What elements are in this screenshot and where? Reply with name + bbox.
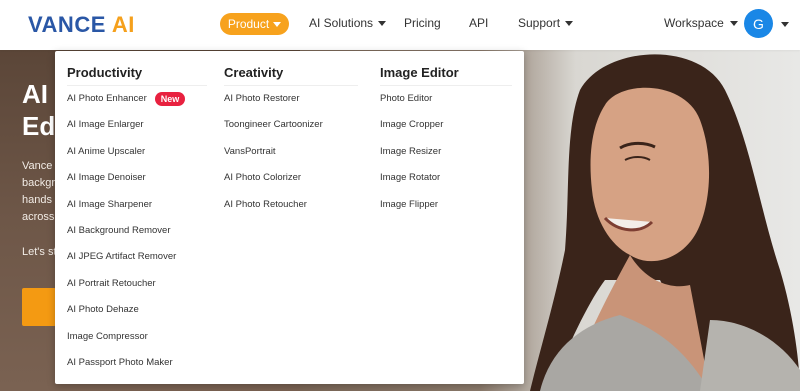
column-heading: Productivity bbox=[67, 65, 143, 80]
menu-item-label: AI Photo Enhancer bbox=[67, 93, 147, 104]
menu-item[interactable]: AI Photo Dehaze bbox=[67, 303, 207, 329]
nav-product-button[interactable]: Product bbox=[220, 13, 289, 35]
menu-item[interactable]: VansPortrait bbox=[224, 145, 358, 171]
menu-item-label: Photo Editor bbox=[380, 93, 433, 104]
divider bbox=[67, 85, 207, 86]
menu-item[interactable]: AI Image Denoiser bbox=[67, 171, 207, 197]
menu-item-label: AI Photo Retoucher bbox=[224, 198, 307, 210]
menu-item-label: Image Flipper bbox=[380, 198, 439, 210]
user-avatar[interactable]: G bbox=[744, 9, 773, 38]
divider bbox=[224, 85, 358, 86]
menu-item[interactable]: Image Compressor bbox=[67, 330, 207, 356]
menu-item-label: AI Image Sharpener bbox=[67, 198, 153, 210]
menu-item[interactable]: AI Background Remover bbox=[67, 224, 207, 250]
menu-item[interactable]: Image Resizer bbox=[380, 145, 512, 171]
nav-pricing-label: Pricing bbox=[404, 16, 441, 30]
menu-item[interactable]: AI Photo Restorer bbox=[224, 92, 358, 118]
menu-item-label: Image Resizer bbox=[380, 145, 442, 157]
menu-item[interactable]: AI Passport Photo Maker bbox=[67, 356, 207, 382]
menu-item-label: Image Cropper bbox=[380, 119, 444, 131]
menu-item-label: Image Compressor bbox=[67, 330, 148, 342]
chevron-down-icon bbox=[729, 20, 738, 26]
menu-item[interactable]: AI JPEG Artifact Remover bbox=[67, 250, 207, 276]
new-badge: New bbox=[154, 92, 186, 106]
column-heading: Creativity bbox=[224, 65, 284, 80]
chevron-down-icon bbox=[378, 20, 387, 26]
menu-item[interactable]: AI Anime Upscaler bbox=[67, 145, 207, 171]
nav-ai-solutions-label: AI Solutions bbox=[309, 16, 374, 30]
logo-part-ai: AI bbox=[111, 12, 135, 37]
menu-item-label: Toongineer Cartoonizer bbox=[224, 119, 323, 131]
column-creativity: Creativity AI Photo Restorer Toongineer … bbox=[224, 65, 358, 224]
menu-item[interactable]: Photo Editor bbox=[380, 92, 512, 118]
chevron-down-icon bbox=[273, 21, 282, 27]
column-image-editor: Image Editor Photo Editor Image Cropper … bbox=[380, 65, 512, 224]
menu-item[interactable]: AI Portrait Retoucher bbox=[67, 277, 207, 303]
woman-portrait-image bbox=[530, 54, 800, 391]
divider bbox=[380, 85, 512, 86]
menu-item[interactable]: AI Photo Retoucher bbox=[224, 198, 358, 224]
hero-title-line2: Ed bbox=[22, 111, 56, 141]
nav-api-label: API bbox=[469, 16, 489, 30]
menu-item[interactable]: Image Cropper bbox=[380, 118, 512, 144]
menu-item-label: AI Photo Colorizer bbox=[224, 172, 302, 184]
vanceai-logo[interactable]: VANCE AI bbox=[28, 12, 135, 38]
menu-item[interactable]: AI Photo Colorizer bbox=[224, 171, 358, 197]
hero-title: AI Ed bbox=[22, 78, 55, 142]
column-heading: Image Editor bbox=[380, 65, 459, 80]
hero-cta-text: Let's st bbox=[22, 246, 57, 258]
menu-item-label: AI Photo Restorer bbox=[224, 93, 300, 104]
menu-item[interactable]: Toongineer Cartoonizer bbox=[224, 118, 358, 144]
menu-item-label: Image Rotator bbox=[380, 172, 441, 184]
menu-item-label: VansPortrait bbox=[224, 145, 276, 157]
column-productivity: Productivity AI Photo Enhancer New AI Im… bbox=[67, 65, 207, 382]
menu-item-label: AI Passport Photo Maker bbox=[67, 356, 173, 368]
nav-ai-solutions[interactable]: AI Solutions bbox=[309, 16, 387, 30]
hero-title-line1: AI bbox=[22, 79, 48, 109]
menu-item-label: AI Anime Upscaler bbox=[67, 145, 146, 157]
top-header: VANCE AI Product AI Solutions Pricing API… bbox=[0, 0, 800, 50]
nav-support[interactable]: Support bbox=[518, 16, 574, 30]
menu-item-label: AI JPEG Artifact Remover bbox=[67, 251, 177, 263]
nav-support-label: Support bbox=[518, 16, 561, 30]
menu-item[interactable]: AI Image Sharpener bbox=[67, 198, 207, 224]
menu-item[interactable]: AI Photo Enhancer New bbox=[67, 92, 207, 118]
chevron-down-icon[interactable] bbox=[781, 22, 789, 27]
logo-part-vance: VANCE bbox=[28, 12, 106, 37]
workspace-label: Workspace bbox=[664, 16, 724, 30]
product-dropdown-menu: Productivity AI Photo Enhancer New AI Im… bbox=[55, 51, 524, 384]
menu-item-label: AI Portrait Retoucher bbox=[67, 277, 156, 289]
menu-item[interactable]: Image Flipper bbox=[380, 198, 512, 224]
menu-item-label: AI Image Denoiser bbox=[67, 172, 146, 184]
workspace-menu[interactable]: Workspace bbox=[664, 16, 738, 30]
menu-item-label: AI Background Remover bbox=[67, 224, 171, 236]
menu-item-label: AI Image Enlarger bbox=[67, 119, 144, 131]
chevron-down-icon bbox=[565, 20, 574, 26]
hero-cta-button[interactable] bbox=[22, 288, 56, 326]
menu-item-label: AI Photo Dehaze bbox=[67, 304, 139, 316]
avatar-letter: G bbox=[753, 15, 764, 32]
menu-item[interactable]: Image Rotator bbox=[380, 171, 512, 197]
nav-api[interactable]: API bbox=[469, 16, 488, 30]
menu-item[interactable]: AI Image Enlarger bbox=[67, 118, 207, 144]
nav-pricing[interactable]: Pricing bbox=[404, 16, 441, 30]
nav-product-label: Product bbox=[227, 17, 270, 31]
